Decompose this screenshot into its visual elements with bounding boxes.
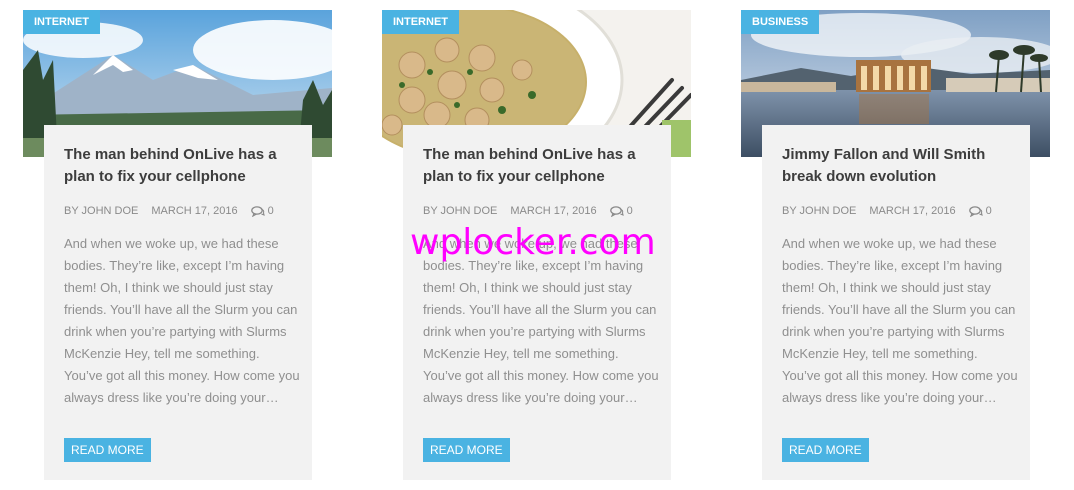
post-author[interactable]: By John Doe (423, 205, 497, 217)
post-date: March 17, 2016 (869, 205, 956, 217)
comments-icon (250, 205, 265, 217)
post-card: Internet The man behind OnLive has a pla… (23, 10, 332, 480)
post-date: March 17, 2016 (510, 205, 597, 217)
post-meta: By John Doe March 17, 2016 0 (64, 203, 292, 219)
comments-link[interactable]: 0 (250, 205, 274, 217)
comment-count: 0 (985, 205, 992, 217)
post-excerpt: And when we woke up, we had these bodies… (782, 236, 1018, 405)
read-more-button[interactable]: Read More (423, 438, 510, 462)
post-title[interactable]: Jimmy Fallon and Will Smith break down e… (782, 144, 1010, 188)
post-body: The man behind OnLive has a plan to fix … (403, 125, 671, 480)
comment-count: 0 (267, 205, 274, 217)
read-more-button[interactable]: Read More (64, 438, 151, 462)
category-badge[interactable]: Business (741, 10, 820, 34)
comments-icon (968, 205, 983, 217)
read-more-button[interactable]: Read More (782, 438, 869, 462)
post-card: Internet The man behind OnLive has a pla… (382, 10, 691, 480)
comments-icon (609, 205, 624, 217)
post-excerpt: And when we woke up, we had these bodies… (423, 236, 659, 405)
post-meta: By John Doe March 17, 2016 0 (423, 203, 651, 219)
post-title[interactable]: The man behind OnLive has a plan to fix … (64, 144, 292, 188)
post-date: March 17, 2016 (151, 205, 238, 217)
post-meta: By John Doe March 17, 2016 0 (782, 203, 1010, 219)
comments-link[interactable]: 0 (968, 205, 992, 217)
post-body: The man behind OnLive has a plan to fix … (44, 125, 312, 480)
post-author[interactable]: By John Doe (782, 205, 856, 217)
comment-count: 0 (626, 205, 633, 217)
post-card: Business Jimmy Fallon and Will Smith bre… (741, 10, 1050, 480)
post-excerpt: And when we woke up, we had these bodies… (64, 236, 300, 405)
post-body: Jimmy Fallon and Will Smith break down e… (762, 125, 1030, 480)
post-author[interactable]: By John Doe (64, 205, 138, 217)
category-badge[interactable]: Internet (23, 10, 100, 34)
post-title[interactable]: The man behind OnLive has a plan to fix … (423, 144, 651, 188)
comments-link[interactable]: 0 (609, 205, 633, 217)
category-badge[interactable]: Internet (382, 10, 459, 34)
